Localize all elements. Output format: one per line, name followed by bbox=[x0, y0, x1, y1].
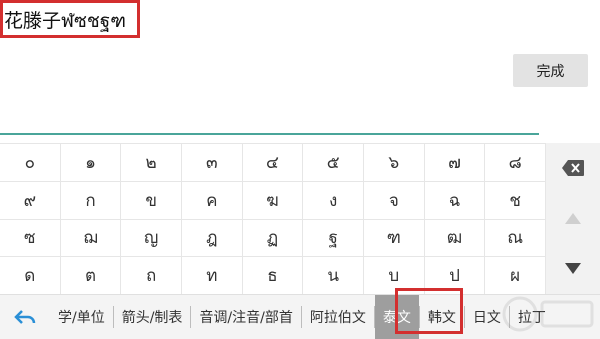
input-underline bbox=[0, 133, 539, 135]
key[interactable]: ๘ bbox=[485, 144, 546, 182]
arrow-up-icon bbox=[565, 213, 581, 225]
key[interactable]: น bbox=[303, 257, 364, 295]
backspace-icon bbox=[562, 160, 584, 177]
key[interactable]: ๒ bbox=[121, 144, 182, 182]
key[interactable]: ช bbox=[485, 181, 546, 220]
key[interactable]: ง bbox=[303, 181, 364, 220]
key[interactable]: ผ bbox=[485, 257, 546, 295]
key[interactable]: ๗ bbox=[424, 144, 486, 182]
key[interactable]: ป bbox=[424, 257, 486, 295]
key[interactable]: ค bbox=[182, 181, 243, 220]
key[interactable]: ซ bbox=[0, 219, 61, 258]
key[interactable]: ญ bbox=[121, 219, 182, 258]
key[interactable]: ๖ bbox=[364, 144, 425, 182]
key[interactable]: ถ bbox=[121, 257, 182, 295]
done-button[interactable]: 完成 bbox=[513, 54, 588, 87]
category-tab-arrows[interactable]: 箭头/制表 bbox=[114, 295, 191, 339]
backspace-button[interactable] bbox=[558, 154, 588, 182]
key[interactable]: ฎ bbox=[182, 219, 243, 258]
category-tab-arabic[interactable]: 阿拉伯文 bbox=[302, 295, 374, 339]
page-down-button[interactable] bbox=[558, 255, 588, 283]
key[interactable]: ฐ bbox=[303, 219, 364, 258]
category-tab-thai[interactable]: 泰文 bbox=[374, 295, 419, 339]
key[interactable]: ก bbox=[60, 181, 122, 220]
arrow-down-icon bbox=[565, 262, 581, 274]
key[interactable]: ณ bbox=[485, 219, 546, 258]
key[interactable]: ธ bbox=[242, 257, 304, 295]
key[interactable]: ๓ bbox=[182, 144, 243, 182]
key[interactable]: ข bbox=[121, 181, 182, 220]
key[interactable]: ฉ bbox=[424, 181, 486, 220]
symbol-keyboard: ๐ ๑ ๒ ๓ ๔ ๕ ๖ ๗ ๘ ๙ ก ข ค ฆ ง จ ฉ ช ซ ฌ … bbox=[0, 143, 600, 339]
key[interactable]: ๙ bbox=[0, 181, 61, 220]
key[interactable]: ฑ bbox=[364, 219, 425, 258]
key[interactable]: ๔ bbox=[242, 144, 304, 182]
category-tab-tones[interactable]: 音调/注音/部首 bbox=[191, 295, 300, 339]
key[interactable]: ๕ bbox=[303, 144, 364, 182]
key[interactable]: ๑ bbox=[60, 144, 122, 182]
key[interactable]: จ bbox=[364, 181, 425, 220]
key[interactable]: ต bbox=[60, 257, 122, 295]
back-button[interactable] bbox=[0, 295, 50, 339]
key[interactable]: ท bbox=[182, 257, 243, 295]
category-tab-latin[interactable]: 拉丁 bbox=[510, 295, 554, 339]
page-up-button[interactable] bbox=[558, 204, 588, 232]
category-bar: 学/单位 箭头/制表 音调/注音/部首 阿拉伯文 泰文 韩文 日文 拉丁 bbox=[0, 294, 600, 339]
key[interactable]: ฌ bbox=[60, 219, 122, 258]
input-text[interactable]: 花滕子ฬซชฐฑ bbox=[4, 6, 126, 36]
key[interactable]: ด bbox=[0, 257, 61, 295]
key-grid: ๐ ๑ ๒ ๓ ๔ ๕ ๖ ๗ ๘ ๙ ก ข ค ฆ ง จ ฉ ช ซ ฌ … bbox=[0, 143, 546, 295]
category-tab-units[interactable]: 学/单位 bbox=[50, 295, 113, 339]
key[interactable]: บ bbox=[364, 257, 425, 295]
side-controls bbox=[546, 143, 600, 294]
key[interactable]: ๐ bbox=[0, 144, 61, 182]
back-arrow-icon bbox=[14, 310, 36, 324]
input-area[interactable]: 花滕子ฬซชฐฑ 完成 bbox=[0, 0, 600, 135]
key[interactable]: ฏ bbox=[242, 219, 304, 258]
category-tab-japanese[interactable]: 日文 bbox=[465, 295, 509, 339]
category-tab-korean[interactable]: 韩文 bbox=[420, 295, 464, 339]
key[interactable]: ฆ bbox=[242, 181, 304, 220]
key[interactable]: ฒ bbox=[424, 219, 486, 258]
